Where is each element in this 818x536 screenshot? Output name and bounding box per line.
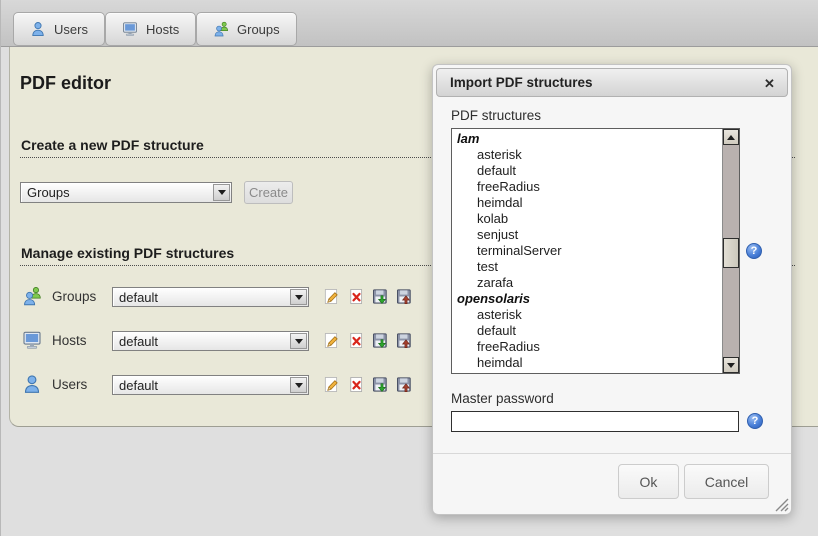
chevron-down-icon[interactable] <box>290 377 307 393</box>
hosts-structure-select[interactable]: default <box>112 331 309 351</box>
list-item[interactable]: senjust <box>452 227 722 243</box>
group-icon <box>213 21 229 37</box>
ok-button[interactable]: Ok <box>618 464 679 499</box>
lam-pdf-editor-page: Users Hosts Groups PDF editor Create a n… <box>0 0 818 536</box>
master-password-label: Master password <box>451 391 554 406</box>
list-item[interactable]: kolab <box>452 371 722 373</box>
import-icon[interactable] <box>396 376 413 393</box>
host-icon <box>22 330 42 350</box>
import-pdf-structures-dialog: Import PDF structures ✕ PDF structures l… <box>432 64 792 515</box>
structure-type-select[interactable]: Groups <box>20 182 232 203</box>
groups-structure-select[interactable]: default <box>112 287 309 307</box>
row-type-label: Hosts <box>52 333 87 348</box>
dialog-titlebar[interactable]: Import PDF structures ✕ <box>436 68 788 97</box>
delete-icon[interactable] <box>348 332 365 349</box>
dialog-title: Import PDF structures <box>450 75 593 90</box>
edit-icon[interactable] <box>323 332 340 349</box>
groups-structure-select-value: default <box>119 288 286 307</box>
edit-icon[interactable] <box>323 288 340 305</box>
list-item[interactable]: freeRadius <box>452 179 722 195</box>
tab-groups[interactable]: Groups <box>196 12 297 46</box>
structure-type-select-value: Groups <box>27 183 209 202</box>
list-scrollbar[interactable] <box>722 129 739 373</box>
row-type-label: Users <box>52 377 87 392</box>
cancel-button[interactable]: Cancel <box>684 464 769 499</box>
resize-grip-icon[interactable] <box>773 496 789 512</box>
import-icon[interactable] <box>396 288 413 305</box>
list-group-header[interactable]: opensolaris <box>452 291 722 307</box>
list-item[interactable]: default <box>452 163 722 179</box>
tab-hosts[interactable]: Hosts <box>105 12 196 46</box>
tab-label: Hosts <box>146 22 179 37</box>
list-item[interactable]: terminalServer <box>452 243 722 259</box>
pdf-structures-items: lamasteriskdefaultfreeRadiusheimdalkolab… <box>452 129 722 373</box>
user-icon <box>30 21 46 37</box>
list-item[interactable]: default <box>452 323 722 339</box>
scroll-down-icon[interactable] <box>723 357 739 373</box>
edit-icon[interactable] <box>323 376 340 393</box>
tab-label: Users <box>54 22 88 37</box>
scroll-up-icon[interactable] <box>723 129 739 145</box>
export-icon[interactable] <box>372 332 389 349</box>
pdf-structures-list[interactable]: lamasteriskdefaultfreeRadiusheimdalkolab… <box>451 128 740 374</box>
export-icon[interactable] <box>372 288 389 305</box>
chevron-down-icon[interactable] <box>213 184 230 201</box>
list-item[interactable]: asterisk <box>452 147 722 163</box>
account-type-tabbar: Users Hosts Groups <box>1 0 818 47</box>
list-item[interactable]: test <box>452 259 722 275</box>
chevron-down-icon[interactable] <box>290 333 307 349</box>
delete-icon[interactable] <box>348 288 365 305</box>
host-icon <box>122 21 138 37</box>
group-icon <box>22 286 42 306</box>
page-title: PDF editor <box>20 73 111 94</box>
users-structure-select-value: default <box>119 376 286 395</box>
list-item[interactable]: heimdal <box>452 195 722 211</box>
list-item[interactable]: kolab <box>452 211 722 227</box>
list-item[interactable]: freeRadius <box>452 339 722 355</box>
hosts-structure-select-value: default <box>119 332 286 351</box>
scrollbar-thumb[interactable] <box>723 238 739 268</box>
help-icon[interactable]: ? <box>747 413 763 429</box>
users-structure-select[interactable]: default <box>112 375 309 395</box>
import-icon[interactable] <box>396 332 413 349</box>
close-icon[interactable]: ✕ <box>760 74 779 93</box>
delete-icon[interactable] <box>348 376 365 393</box>
master-password-input[interactable] <box>451 411 739 432</box>
chevron-down-icon[interactable] <box>290 289 307 305</box>
list-item[interactable]: zarafa <box>452 275 722 291</box>
help-icon[interactable]: ? <box>746 243 762 259</box>
pdf-structures-label: PDF structures <box>451 108 541 123</box>
tab-label: Groups <box>237 22 280 37</box>
list-group-header[interactable]: lam <box>452 131 722 147</box>
tab-users[interactable]: Users <box>13 12 105 46</box>
export-icon[interactable] <box>372 376 389 393</box>
dialog-buttonpane: Ok Cancel <box>433 453 791 514</box>
create-button[interactable]: Create <box>244 181 293 204</box>
user-icon <box>22 374 42 394</box>
row-type-label: Groups <box>52 289 96 304</box>
list-item[interactable]: heimdal <box>452 355 722 371</box>
list-item[interactable]: asterisk <box>452 307 722 323</box>
